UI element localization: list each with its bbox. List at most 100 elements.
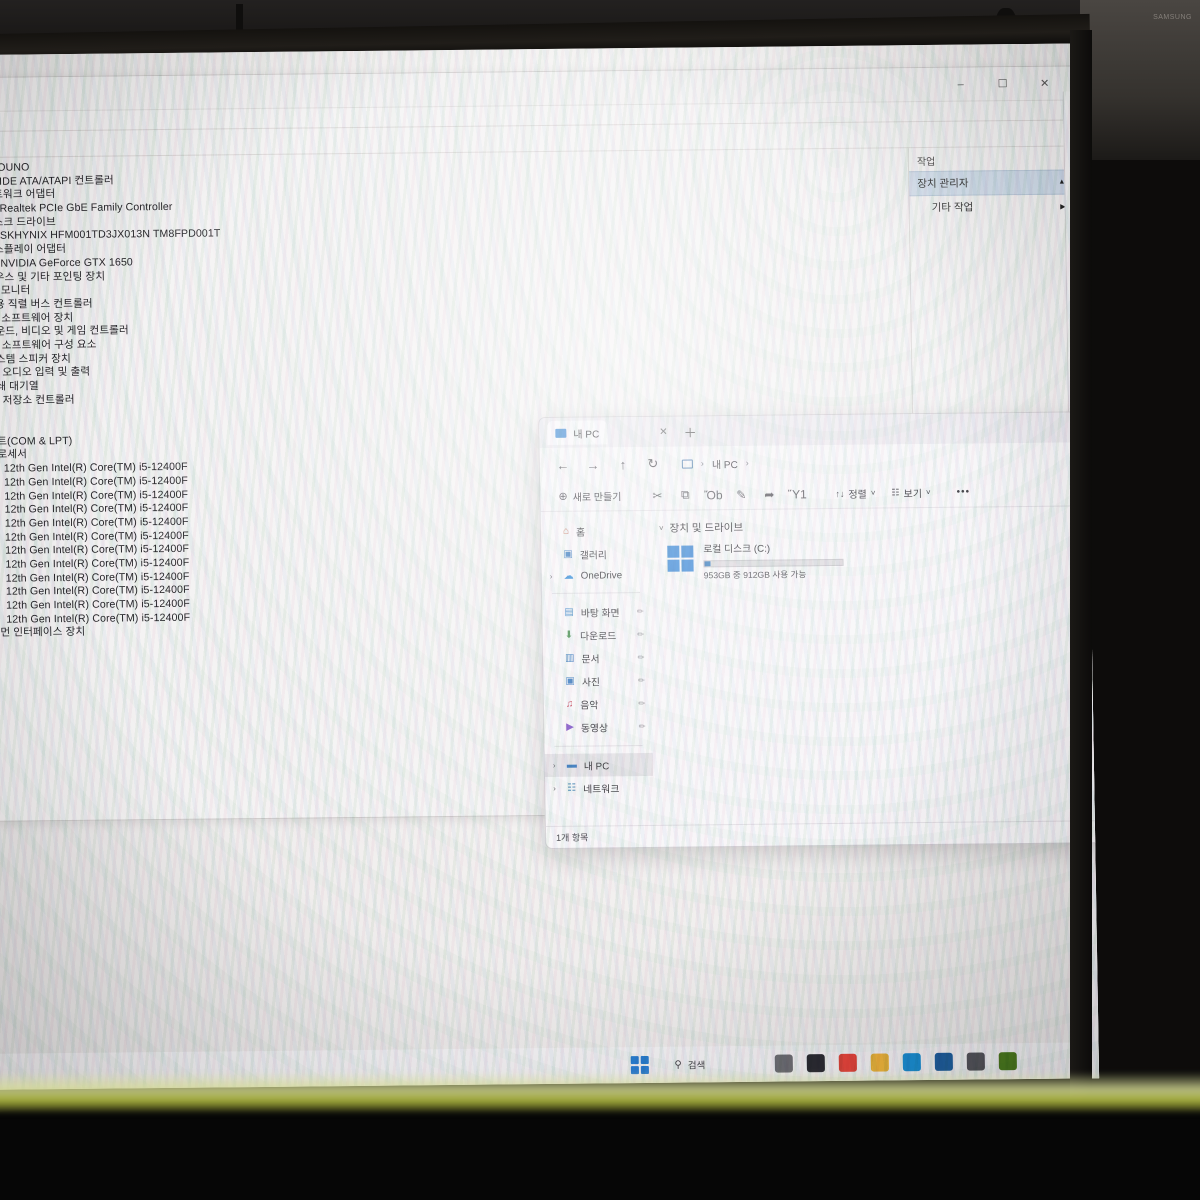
toolbar-icon-group[interactable]: ✂ ⧉ Ὄb ✎ ➦ Ὕ1 [643, 482, 811, 508]
sort-button[interactable]: ↑↓ 정렬 ˅ [827, 485, 883, 501]
pin-icon[interactable]: ✐ [634, 606, 645, 617]
sidebar-item-OneDrive[interactable]: › ☁ OneDrive [542, 565, 650, 586]
photo-scene: SAMSUNG – ☐ ✕ SEOUNO IDE ATA/ATAPI 컨트롤러 네트… [0, 0, 1200, 1200]
snipping-tool-icon[interactable] [775, 1054, 794, 1073]
up-button[interactable]: ↑ [608, 451, 638, 477]
plus-circle-icon: ⊕ [558, 490, 568, 503]
settings-icon[interactable] [967, 1052, 986, 1071]
taskbar-search-label: 검색 [687, 1060, 706, 1072]
sidebar-item-label: 동영상 [580, 722, 609, 735]
explorer-navbar[interactable]: ← → ↑ ↻ › 내 PC › 내 PC 검색 [539, 441, 1100, 483]
action-device-manager[interactable]: 장치 관리자 ▲ [909, 169, 1074, 197]
drive-usage-bar [703, 559, 844, 568]
file-explorer-window[interactable]: 내 PC ✕ ＋ ← → ↑ ↻ › 내 PC › 내 PC 검색 [538, 410, 1100, 850]
view-label: 보기 [903, 489, 923, 501]
chevron-down-icon: ˅ [925, 487, 931, 498]
sidebar-item-바탕 화면[interactable]: ▤ 바탕 화면 ✐ [542, 600, 650, 624]
search-icon: ⚲ [674, 1059, 682, 1071]
pin-icon[interactable]: ✐ [635, 652, 646, 663]
sidebar-divider [551, 592, 641, 594]
videos-icon: ▶ [566, 721, 575, 733]
sidebar-item-사진[interactable]: ▣ 사진 ✐ [543, 669, 651, 693]
sidebar-item-label: 네트워크 [583, 783, 620, 796]
action-other-actions[interactable]: 기타 작업 ▶ [909, 194, 1073, 219]
close-icon[interactable]: ✕ [659, 426, 668, 437]
sidebar-item-label: 갤러리 [579, 549, 607, 562]
maximize-button[interactable]: ☐ [981, 69, 1023, 97]
desk-foreground [0, 1150, 1200, 1200]
new-button-label: 새로 만들기 [572, 492, 622, 504]
tab-label: 내 PC [573, 428, 600, 441]
action-other-actions-label: 기타 작업 [931, 201, 974, 214]
minimize-button[interactable]: – [939, 70, 981, 98]
explorer-sidebar[interactable]: ⌂ 홈 ▣ 갤러리 › ☁ OneDrive ▤ 바탕 화면 ✐ ⬇ 다운로드 ✐ ▥ 문서 ✐ ▣ 사진 ✐ ♫ 음… [541, 511, 654, 826]
chevron-right-icon[interactable]: › [550, 571, 553, 580]
pictures-icon: ▣ [565, 675, 576, 687]
monitor-screen: – ☐ ✕ SEOUNO IDE ATA/ATAPI 컨트롤러 네트워크 어댑터 Re… [0, 43, 1100, 1090]
view-icon: ☷ [891, 487, 900, 498]
sidebar-item-label: OneDrive [580, 569, 623, 582]
music-icon: ♫ [565, 698, 574, 710]
explorer-content[interactable]: ˅ 장치 및 드라이브 로컬 디스크 (C:) 953GB 중 912GB 사용… [649, 505, 1099, 824]
taskbar-app-icons[interactable] [775, 1052, 1018, 1073]
pin-icon[interactable]: ✐ [636, 675, 647, 686]
copy-icon[interactable]: ⧉ [671, 483, 699, 507]
forward-button[interactable]: → [578, 451, 608, 477]
sidebar-item-동영상[interactable]: ▶ 동영상 ✐ [544, 715, 652, 739]
tab-this-pc[interactable]: 내 PC [547, 420, 608, 445]
cut-icon[interactable]: ✂ [643, 483, 671, 507]
pin-icon[interactable]: ✐ [636, 721, 647, 732]
group-header-label: 장치 및 드라이브 [669, 521, 744, 535]
more-options-button[interactable]: ••• [949, 486, 979, 498]
pin-icon[interactable]: ✐ [635, 629, 646, 640]
pin-icon[interactable]: ✐ [636, 698, 647, 709]
refresh-button[interactable]: ↻ [638, 451, 668, 477]
network-icon: ☷ [567, 782, 577, 794]
wall-right [1080, 0, 1200, 160]
drive-name: 로컬 디스크 (C:) [703, 543, 771, 556]
rename-icon[interactable]: ✎ [727, 482, 755, 506]
group-header-devices-and-drives[interactable]: ˅ 장치 및 드라이브 [659, 515, 1099, 535]
sidebar-item-label: 내 PC [583, 760, 610, 773]
breadcrumb-path[interactable]: 내 PC [712, 455, 738, 470]
chevron-down-icon: ˅ [658, 523, 664, 533]
sidebar-item-홈[interactable]: ⌂홈 [541, 519, 649, 543]
gallery-icon: ▣ [563, 548, 573, 560]
edge-icon[interactable] [903, 1053, 922, 1072]
windows-drive-icon [667, 545, 694, 572]
new-button[interactable]: ⊕ 새로 만들기 [550, 485, 629, 507]
monitor-brand-label: SAMSUNG [1153, 14, 1192, 21]
downloads-icon: ⬇ [564, 629, 574, 641]
share-icon[interactable]: ➦ [755, 482, 783, 506]
action-device-manager-label: 장치 관리자 [917, 177, 969, 191]
chrome-icon[interactable] [839, 1053, 858, 1072]
terminal-icon[interactable] [807, 1054, 826, 1073]
sidebar-item-네트워크[interactable]: › ☷ 네트워크 [545, 776, 653, 800]
sidebar-divider-2 [554, 745, 643, 747]
chevron-right-icon[interactable]: › [553, 784, 556, 793]
breadcrumb-separator-tail: › [745, 457, 749, 468]
sidebar-item-다운로드[interactable]: ⬇ 다운로드 ✐ [543, 623, 651, 647]
nvidia-icon[interactable] [999, 1052, 1018, 1071]
back-button[interactable]: ← [548, 452, 578, 478]
sidebar-item-문서[interactable]: ▥ 문서 ✐ [543, 646, 651, 670]
sidebar-item-내 PC[interactable]: › ▬ 내 PC [544, 752, 654, 778]
breadcrumb[interactable]: › 내 PC › [674, 447, 1099, 476]
chevron-right-icon[interactable]: › [553, 761, 556, 770]
sidebar-item-갤러리[interactable]: ▣ 갤러리 [541, 542, 649, 566]
this-pc-icon: ▬ [566, 759, 577, 771]
sidebar-item-label: 바탕 화면 [580, 607, 620, 620]
desktop-icon: ▤ [564, 606, 574, 618]
store-icon[interactable] [935, 1052, 954, 1071]
sidebar-item-label: 홈 [575, 527, 586, 539]
breadcrumb-separator: › [700, 458, 704, 469]
new-tab-icon[interactable]: ＋ [683, 422, 696, 441]
drive-item-c[interactable]: 로컬 디스크 (C:) 953GB 중 912GB 사용 가능 [659, 538, 1099, 582]
sidebar-item-음악[interactable]: ♫ 음악 ✐ [544, 692, 652, 716]
delete-icon[interactable]: Ὕ1 [783, 482, 811, 506]
this-pc-icon [555, 428, 567, 438]
close-button[interactable]: ✕ [1023, 69, 1065, 97]
paste-icon[interactable]: Ὄb [699, 483, 727, 507]
file-explorer-icon[interactable] [871, 1053, 890, 1072]
view-button[interactable]: ☷ 보기 ˅ [883, 485, 938, 501]
